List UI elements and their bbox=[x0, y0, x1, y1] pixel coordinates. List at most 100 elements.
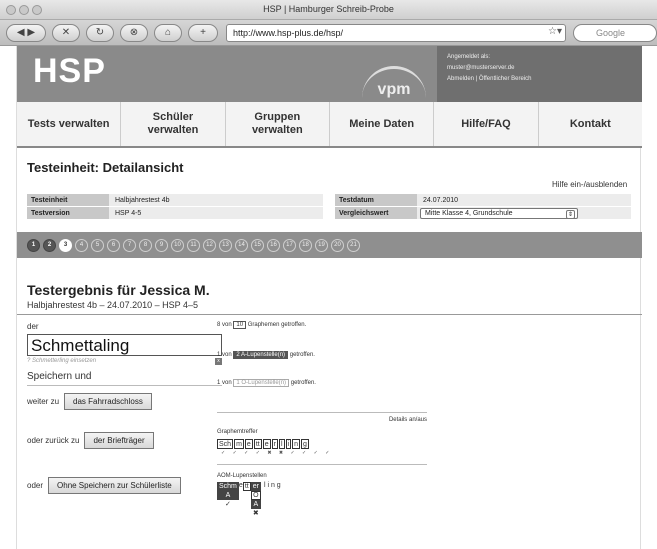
stop-button[interactable]: ✕ bbox=[52, 24, 80, 42]
hint-text[interactable]: ? Schmetterling einsetzen bbox=[27, 358, 96, 364]
result-subtitle: Halbjahrestest 4b – 24.07.2010 – HSP 4–5 bbox=[27, 300, 198, 310]
no-save-label: oder bbox=[27, 481, 44, 490]
word-hint: ? Schmetterling einsetzen x bbox=[27, 358, 222, 365]
nav-tests[interactable]: Tests verwalten bbox=[17, 102, 122, 146]
page-button-13[interactable]: 13 bbox=[219, 238, 232, 252]
grapheme-chip: e bbox=[262, 439, 271, 449]
page-button-16[interactable]: 16 bbox=[267, 238, 280, 252]
testeinheit-label: Testeinheit bbox=[27, 194, 109, 206]
aom-tt: tt bbox=[242, 482, 251, 491]
next-label: weiter zu bbox=[27, 397, 60, 406]
o-prefix: 1 von bbox=[217, 380, 232, 386]
bookmark-star-icon[interactable]: ☆▾ bbox=[548, 24, 562, 40]
page-button-19[interactable]: 19 bbox=[315, 238, 328, 252]
vergleich-select[interactable]: Mitte Klasse 4, Grundschule ⇕ bbox=[420, 208, 578, 219]
vpm-logo: vpm bbox=[362, 66, 426, 100]
page-button-8[interactable]: 8 bbox=[139, 238, 152, 252]
nav-gruppen[interactable]: Gruppen verwalten bbox=[226, 102, 330, 146]
grapheme-chip: e bbox=[244, 439, 253, 449]
back-forward-icon: ◀ ▶ bbox=[16, 27, 36, 38]
testeinheit-value: Halbjahrestest 4b bbox=[109, 194, 323, 206]
hsp-logo[interactable]: HSP bbox=[33, 52, 106, 91]
aom-schm: Schm A ✓ bbox=[217, 482, 239, 508]
page-button-15[interactable]: 15 bbox=[251, 238, 264, 252]
page-button-21[interactable]: 21 bbox=[347, 238, 360, 252]
grapheme-chip: i bbox=[285, 439, 292, 449]
page-button-9[interactable]: 9 bbox=[155, 238, 168, 252]
grapheme-chip: l bbox=[278, 439, 285, 449]
page-button-3[interactable]: 3 bbox=[59, 238, 72, 252]
page-button-4[interactable]: 4 bbox=[75, 238, 88, 252]
grapheme-chip: m bbox=[234, 439, 244, 449]
details-toggle[interactable]: Details an/aus bbox=[389, 417, 427, 423]
logout-links[interactable]: Abmelden | Öffentlicher Bereich bbox=[447, 74, 632, 85]
close-icon: ⊗ bbox=[129, 27, 139, 38]
home-button[interactable]: ⌂ bbox=[154, 24, 182, 42]
aom-word: Schm A ✓ e tt er O A ✖ l i n g bbox=[217, 482, 427, 517]
back-forward-button[interactable]: ◀ ▶ bbox=[6, 24, 46, 42]
a-stat: 1 von 2 A-Lupenstelle(n) getroffen. bbox=[217, 351, 427, 359]
login-user: muster@musterserver.de bbox=[447, 65, 515, 71]
site-banner: HSP vpm Angemeldet als: muster@musterser… bbox=[17, 46, 642, 102]
o-stat: 1 von 1 O-Lupenstelle(n) getroffen. bbox=[217, 379, 427, 387]
word-entry-panel: der Schmettaling ? Schmetterling einsetz… bbox=[27, 322, 222, 494]
window-titlebar: HSP | Hamburger Schreib-Probe bbox=[0, 0, 657, 20]
next-row: weiter zu das Fahrradschloss bbox=[27, 393, 222, 410]
page-button-14[interactable]: 14 bbox=[235, 238, 248, 252]
grapheme-count: 10 bbox=[233, 321, 247, 329]
grapheme-chip: Sch bbox=[217, 439, 234, 449]
plus-icon: + bbox=[200, 27, 206, 38]
next-button[interactable]: das Fahrradschloss bbox=[64, 393, 152, 410]
info-right: Testdatum 24.07.2010 Vergleichswert Mitte … bbox=[335, 194, 635, 222]
page-button-20[interactable]: 20 bbox=[331, 238, 344, 252]
grapheme-marks: ✓ ✓ ✓ ✓ ✖ ✖ ✓ ✓ ✓ ✓ bbox=[221, 450, 333, 456]
reload-icon: ↻ bbox=[95, 27, 105, 38]
page-button-17[interactable]: 17 bbox=[283, 238, 296, 252]
page-button-10[interactable]: 10 bbox=[171, 238, 184, 252]
grapheme-stat: 8 von 10 Graphemen getroffen. bbox=[217, 321, 427, 329]
page-button-7[interactable]: 7 bbox=[123, 238, 136, 252]
page-button-18[interactable]: 18 bbox=[299, 238, 312, 252]
url-bar[interactable]: http://www.hsp-plus.de/hsp/ bbox=[226, 24, 566, 42]
page-title: Testeinheit: Detailansicht bbox=[27, 160, 184, 175]
nav-kontakt[interactable]: Kontakt bbox=[539, 102, 642, 146]
stop2-button[interactable]: ⊗ bbox=[120, 24, 148, 42]
save-heading: Speichern und bbox=[27, 371, 222, 386]
info-left: Testeinheit Halbjahrestest 4b Testversion… bbox=[27, 194, 327, 222]
nav-schueler[interactable]: Schüler verwalten bbox=[121, 102, 226, 146]
reload-button[interactable]: ↻ bbox=[86, 24, 114, 42]
grapheme-chip: n bbox=[292, 439, 300, 449]
search-field[interactable]: Google bbox=[573, 24, 657, 42]
word-input[interactable]: Schmettaling bbox=[27, 334, 222, 356]
stop-icon: ✕ bbox=[61, 27, 71, 38]
main-nav: Tests verwalten Schüler verwalten Gruppe… bbox=[17, 102, 642, 148]
page-button-5[interactable]: 5 bbox=[91, 238, 104, 252]
no-save-button[interactable]: Ohne Speichern zur Schülerliste bbox=[48, 477, 181, 494]
aom-schm-sub: A bbox=[217, 491, 239, 500]
nav-hilfe[interactable]: Hilfe/FAQ bbox=[434, 102, 539, 146]
o-suffix: getroffen. bbox=[290, 380, 316, 386]
page-button-6[interactable]: 6 bbox=[107, 238, 120, 252]
grapheme-chip: r bbox=[271, 439, 278, 449]
home-icon: ⌂ bbox=[164, 27, 172, 38]
page-button-11[interactable]: 11 bbox=[187, 238, 200, 252]
result-title: Testergebnis für Jessica M. bbox=[27, 282, 210, 298]
grapheme-prefix: 8 von bbox=[217, 322, 232, 328]
aom-check-icon: ✓ bbox=[225, 501, 231, 508]
add-bookmark-button[interactable]: + bbox=[188, 24, 218, 42]
testversion-value: HSP 4-5 bbox=[109, 207, 323, 219]
nav-meine-daten[interactable]: Meine Daten bbox=[330, 102, 435, 146]
aom-er-o: O bbox=[250, 491, 261, 500]
divider bbox=[17, 314, 642, 315]
page-button-12[interactable]: 12 bbox=[203, 238, 216, 252]
window-title: HSP | Hamburger Schreib-Probe bbox=[263, 4, 394, 14]
testdatum-value: 24.07.2010 bbox=[417, 194, 631, 206]
aom-section: AOM-Lupenstellen Schm A ✓ e tt er O A ✖ … bbox=[217, 464, 427, 517]
login-box: Angemeldet als: muster@musterserver.de A… bbox=[437, 46, 642, 102]
vergleich-label: Vergleichswert bbox=[335, 207, 417, 219]
page-button-1[interactable]: 1 bbox=[27, 238, 40, 252]
page-button-2[interactable]: 2 bbox=[43, 238, 56, 252]
back-button[interactable]: der Briefträger bbox=[84, 432, 154, 449]
o-lupe-count: 1 O-Lupenstelle(n) bbox=[233, 379, 290, 387]
help-toggle-link[interactable]: Hilfe ein-/ausblenden bbox=[552, 180, 627, 189]
